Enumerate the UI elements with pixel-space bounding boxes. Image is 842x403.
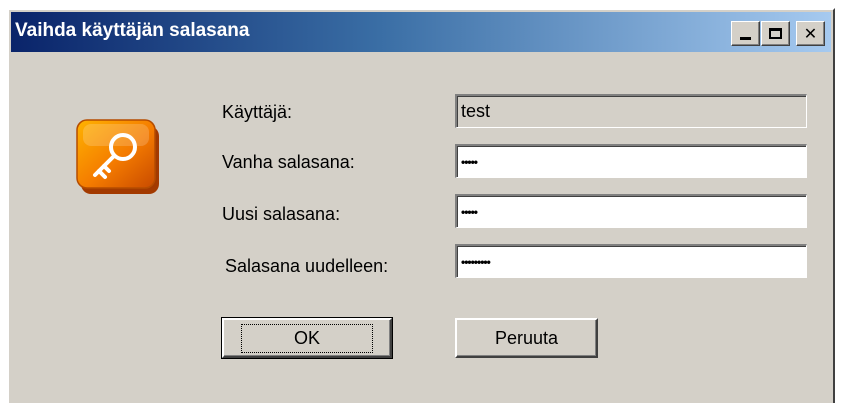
maximize-icon bbox=[769, 28, 782, 39]
old-password-field[interactable] bbox=[455, 144, 807, 178]
minimize-icon bbox=[740, 37, 751, 40]
user-label: Käyttäjä: bbox=[222, 102, 293, 122]
user-field[interactable] bbox=[455, 94, 807, 128]
ok-button-label: OK bbox=[240, 323, 373, 353]
ok-button[interactable]: OK bbox=[221, 317, 393, 359]
new-password-field[interactable] bbox=[455, 194, 807, 228]
confirm-password-label: Salasana uudelleen: bbox=[225, 256, 389, 276]
cancel-button-label: Peruuta bbox=[494, 327, 559, 348]
old-password-label: Vanha salasana: bbox=[222, 152, 355, 172]
title-bar[interactable]: Vaihda käyttäjän salasana ✕ bbox=[11, 12, 831, 52]
window-title: Vaihda käyttäjän salasana bbox=[15, 20, 250, 41]
minimize-button[interactable] bbox=[731, 21, 760, 46]
close-icon: ✕ bbox=[803, 23, 818, 43]
key-icon bbox=[76, 119, 159, 194]
new-password-label: Uusi salasana: bbox=[222, 204, 341, 224]
change-password-dialog: Vaihda käyttäjän salasana ✕ Käyttäjä: te… bbox=[7, 8, 835, 403]
maximize-button[interactable] bbox=[761, 21, 790, 46]
confirm-password-field[interactable] bbox=[455, 244, 807, 278]
cancel-button[interactable]: Peruuta bbox=[455, 318, 598, 358]
close-button[interactable]: ✕ bbox=[796, 21, 825, 46]
